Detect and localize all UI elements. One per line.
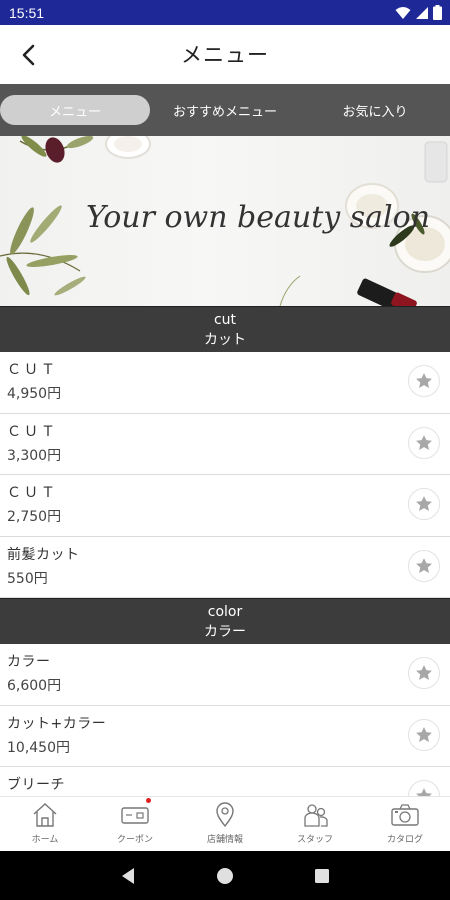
staff-icon [304,804,328,827]
favorite-button[interactable] [408,488,440,520]
system-back-button[interactable] [108,856,148,896]
menu-item-name: カラー [7,654,51,670]
sprig-bottom [279,275,301,306]
status-bar: 15:51 [0,0,450,25]
favorite-button[interactable] [408,718,440,751]
salon-banner: Your own beauty salon [0,136,450,306]
nav-home-label: ホーム [31,835,59,845]
banner-tagline: Your own beauty salon [86,200,431,235]
menu-item-price: 4,950円 [7,386,62,402]
favorite-button[interactable] [408,426,440,459]
menu-item[interactable]: ＣＵＴ 4,950円 [0,352,450,414]
nav-staff-label: スタッフ [296,835,333,845]
menu-item[interactable]: カット+カラー 10,450円 [0,706,450,767]
menu-item-price: 10,450円 [7,739,70,756]
bottom-navigation: ホーム クーポン 店舗情報 スタッフ カタログ [0,796,450,851]
tab-recommended-menu[interactable]: おすすめメニュー [150,84,300,136]
nav-catalog[interactable]: カタログ [360,797,450,851]
olive-branch-top [19,136,94,163]
menu-list[interactable]: cut カット ＣＵＴ 4,950円 ＣＵＴ 3,300円 ＣＵＴ 2,750円… [0,306,450,796]
cream-jar-top [105,136,151,159]
nav-staff[interactable]: スタッフ [270,797,360,851]
tab-favorites-label: お気に入り [342,104,408,120]
menu-item-price: 6,600円 [7,678,62,694]
wifi-icon [395,6,411,19]
back-arrow-icon [22,44,35,66]
signal-icon [416,6,428,19]
favorite-button[interactable] [408,549,440,582]
nav-coupon[interactable]: クーポン [90,797,180,851]
section-title-en: color [207,603,243,620]
page-title: メニュー [181,43,269,67]
square-recents-icon [314,868,329,883]
lipstick [357,278,417,306]
star-icon [416,434,432,450]
tab-menu[interactable]: メニュー [0,84,150,136]
favorite-button[interactable] [408,365,440,397]
menu-item[interactable]: ブリーチ [0,767,450,796]
menu-item-price: 2,750円 [7,509,62,525]
section-header-color: color カラー [0,598,450,644]
menu-item-name: カット+カラー [7,715,107,732]
nav-home[interactable]: ホーム [0,797,90,851]
tab-menu-pill: メニュー [0,95,150,125]
app-screen: 15:51 メニュー メニュー おすすめメニュー お気に入り Your own … [0,0,450,900]
section-header-cut: cut カット [0,306,450,352]
status-time: 15:51 [9,4,45,21]
menu-item-name: ＣＵＴ [7,362,58,378]
notification-dot [146,798,151,803]
olive-branch-left [0,205,86,296]
menu-item[interactable]: カラー 6,600円 [0,644,450,706]
triangle-back-icon [122,867,135,884]
menu-item-price: 3,300円 [7,447,62,464]
tab-recommended-label: おすすめメニュー [172,104,277,120]
menu-item-name: 前髪カット [7,546,80,563]
menu-item[interactable]: 前髪カット 550円 [0,537,450,598]
tab-favorites[interactable]: お気に入り [300,84,450,136]
menu-item[interactable]: ＣＵＴ 2,750円 [0,475,450,537]
section-title-en: cut [213,311,237,328]
section-title-ja: カット [204,331,246,348]
back-button[interactable] [17,42,43,68]
app-bar: メニュー [0,25,450,83]
star-icon [416,726,432,742]
nav-catalog-label: カタログ [386,835,423,845]
battery-icon [433,5,442,20]
nav-store-info-label: 店舗情報 [206,835,243,845]
tab-menu-label: メニュー [48,104,101,120]
star-icon [416,373,432,388]
status-icons [395,5,442,20]
star-icon [416,557,432,573]
location-pin-icon [216,802,234,828]
star-icon [416,788,432,796]
nav-store-info[interactable]: 店舗情報 [180,797,270,851]
star-icon [416,665,432,680]
circle-home-icon [216,867,233,884]
star-icon [416,496,432,511]
tab-bar: メニュー おすすめメニュー お気に入り [0,84,450,136]
camera-icon [391,804,419,826]
system-home-button[interactable] [205,856,245,896]
system-navigation-bar [0,851,450,900]
system-recents-button[interactable] [302,856,342,896]
menu-item-price: 550円 [7,570,48,587]
coupon-icon [121,807,149,824]
home-icon [33,803,57,827]
favorite-button[interactable] [408,657,440,689]
menu-item[interactable]: ＣＵＴ 3,300円 [0,414,450,475]
menu-item-name: ＣＵＴ [7,485,58,501]
section-title-ja: カラー [204,623,246,640]
menu-item-name: ＣＵＴ [7,423,58,440]
nav-coupon-label: クーポン [116,835,153,845]
menu-item-name: ブリーチ [7,777,65,793]
